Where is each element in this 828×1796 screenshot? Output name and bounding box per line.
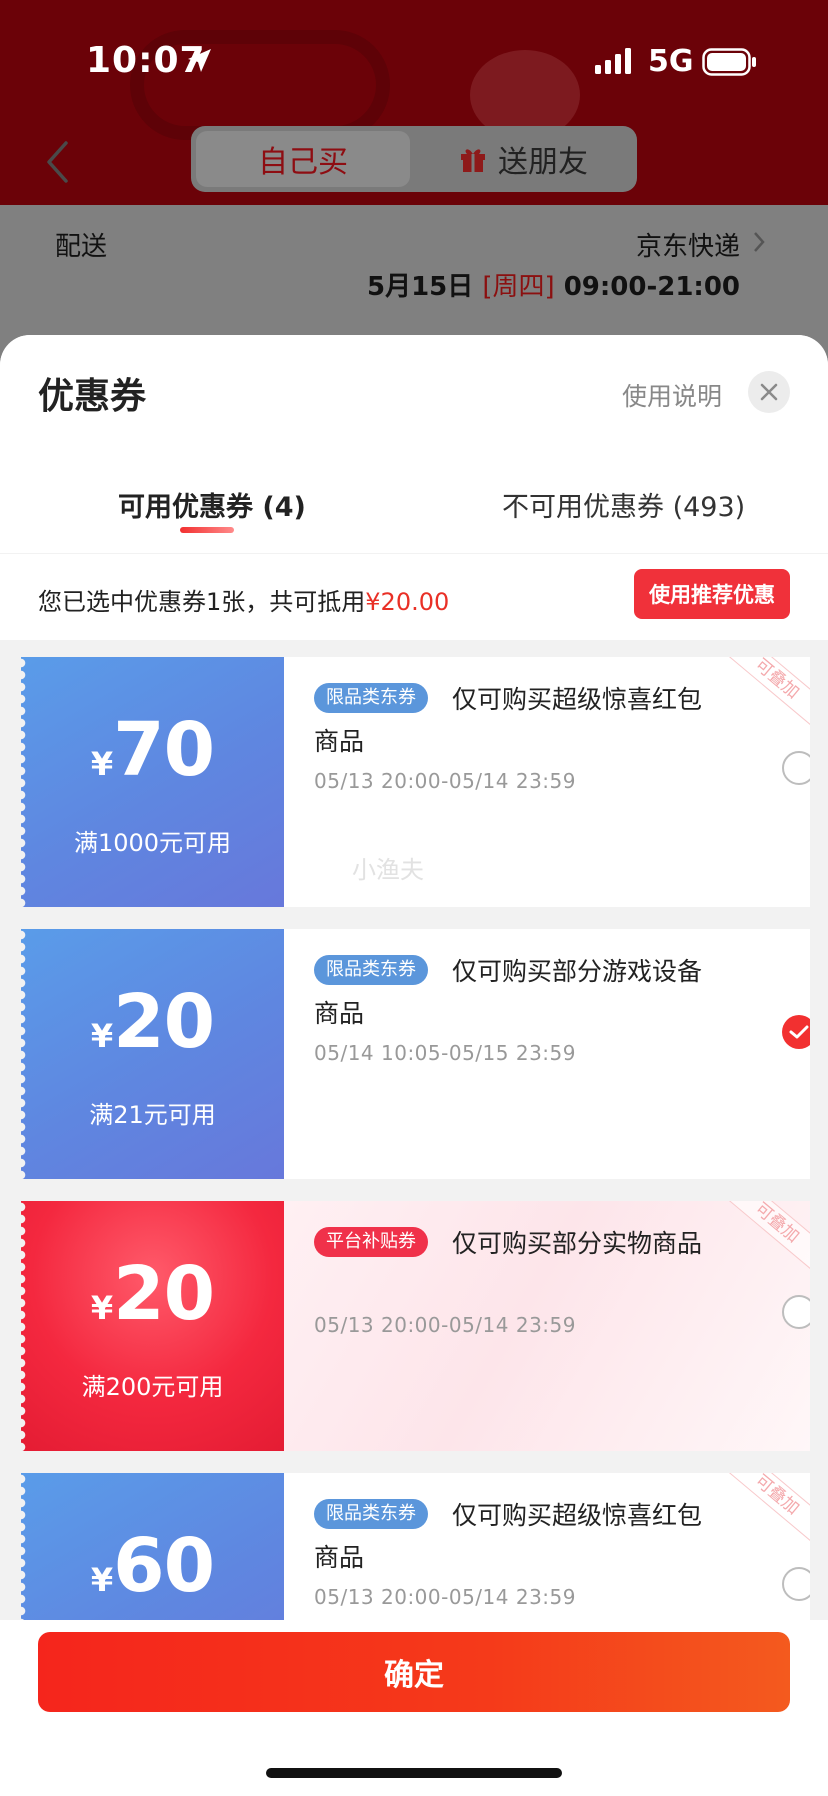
- coupon-period: 05/14 10:05-05/15 23:59: [314, 1041, 576, 1065]
- delivery-time: 5月15日 [周四] 09:00-21:00: [367, 266, 740, 303]
- coupon-period: 05/13 20:00-05/14 23:59: [314, 769, 576, 793]
- close-button[interactable]: [748, 371, 790, 413]
- coupon-value-panel: ¥70 满1000元可用: [21, 657, 284, 907]
- network-label: 5G: [648, 44, 694, 79]
- delivery-carrier[interactable]: 京东快递: [636, 226, 740, 263]
- coupon-title: 仅可购买部分实物商品: [452, 1229, 703, 1258]
- coupon-radio[interactable]: [782, 1567, 810, 1601]
- coupon-value-panel: ¥20 满200元可用: [21, 1201, 284, 1451]
- summary-amount: ¥20.00: [365, 588, 450, 616]
- coupon-amount-value: 60: [113, 1523, 215, 1609]
- coupon-amount-value: 70: [113, 707, 215, 793]
- bottom-bar: 确定: [0, 1620, 828, 1796]
- tab-gift-label: 送朋友: [498, 145, 588, 180]
- coupon-period: 05/13 20:00-05/14 23:59: [314, 1585, 576, 1609]
- delivery-date: 5月15日: [366, 272, 474, 302]
- active-tab-indicator: [180, 527, 234, 533]
- coupon-currency: ¥: [90, 1289, 114, 1327]
- signal-icon: [595, 48, 631, 74]
- selection-summary: 您已选中优惠券1张，共可抵用¥20.00 使用推荐优惠: [0, 554, 828, 640]
- back-chevron-icon[interactable]: [44, 140, 70, 184]
- coupon-period: 05/13 20:00-05/14 23:59: [314, 1313, 576, 1337]
- delivery-weekday: [周四]: [482, 272, 555, 302]
- confirm-button[interactable]: 确定: [38, 1632, 790, 1712]
- coupon-amount: ¥60: [21, 1523, 284, 1609]
- coupon-condition: 满200元可用: [81, 1373, 224, 1401]
- coupon-amount-value: 20: [113, 979, 215, 1065]
- coupon-currency: ¥: [90, 1017, 114, 1055]
- usage-help-link[interactable]: 使用说明: [622, 377, 722, 413]
- coupon-title: 仅可购买超级惊喜红包商品: [314, 1501, 703, 1572]
- coupon-amount: ¥20: [21, 979, 284, 1065]
- coupon-amount: ¥70: [21, 707, 284, 793]
- close-icon: [760, 383, 778, 401]
- home-indicator: [266, 1768, 562, 1778]
- coupon-title: 仅可购买部分游戏设备商品: [314, 957, 703, 1028]
- coupon-currency: ¥: [90, 745, 114, 783]
- stackable-badge: 可叠加: [725, 657, 810, 726]
- tab-gift-friend[interactable]: 送朋友: [415, 131, 631, 187]
- coupon-card[interactable]: ¥20 满200元可用 平台补贴券 仅可购买部分实物商品 05/13 20:00…: [21, 1201, 810, 1451]
- coupon-info: 限品类东券 仅可购买部分游戏设备商品 05/14 10:05-05/15 23:…: [284, 929, 810, 1179]
- coupon-card[interactable]: ¥20 满21元可用 限品类东券 仅可购买部分游戏设备商品 05/14 10:0…: [21, 929, 810, 1179]
- summary-text: 您已选中优惠券1张，共可抵用¥20.00: [38, 582, 449, 617]
- coupon-radio[interactable]: [782, 751, 810, 785]
- check-icon: [789, 1025, 809, 1039]
- tab-unavailable-coupons[interactable]: 不可用优惠券 (493): [502, 485, 745, 524]
- coupon-radio[interactable]: [782, 1295, 810, 1329]
- purchase-mode-switch: 自己买 送朋友: [191, 126, 637, 192]
- coupon-sheet: 优惠券 使用说明 可用优惠券 (4) 不可用优惠券 (493) 您已选中优惠券1…: [0, 335, 828, 1796]
- coupon-amount-value: 20: [113, 1251, 215, 1337]
- battery-icon: [702, 48, 756, 76]
- use-recommended-button[interactable]: 使用推荐优惠: [634, 569, 790, 619]
- coupon-title: 仅可购买超级惊喜红包商品: [314, 685, 703, 756]
- coupon-info: 平台补贴券 仅可购买部分实物商品 05/13 20:00-05/14 23:59…: [284, 1201, 810, 1451]
- stackable-badge: 可叠加: [725, 1201, 810, 1270]
- coupon-condition: 满21元可用: [89, 1101, 216, 1129]
- location-arrow-icon: [188, 49, 211, 72]
- coupon-amount: ¥20: [21, 1251, 284, 1337]
- delivery-label: 配送: [55, 232, 108, 262]
- coupon-currency: ¥: [90, 1561, 114, 1599]
- gift-icon: [461, 149, 485, 172]
- delivery-time-range: 09:00-21:00: [563, 272, 740, 302]
- coupon-radio-selected[interactable]: [782, 1015, 810, 1049]
- coupon-condition: 满1000元可用: [73, 829, 232, 857]
- summary-prefix: 您已选中优惠券1张，共可抵用: [38, 588, 366, 616]
- sheet-title: 优惠券: [38, 376, 147, 417]
- chevron-right-icon[interactable]: [752, 230, 766, 254]
- tab-available-coupons[interactable]: 可用优惠券 (4): [118, 485, 306, 524]
- sheet-header: 优惠券 使用说明 可用优惠券 (4) 不可用优惠券 (493): [0, 335, 828, 553]
- watermark: 小渔夫: [352, 856, 424, 884]
- stackable-badge: 可叠加: [725, 1473, 810, 1542]
- coupon-value-panel: ¥20 满21元可用: [21, 929, 284, 1179]
- status-bar: 10:07 5G: [0, 0, 828, 120]
- tab-buy-self[interactable]: 自己买: [196, 131, 410, 187]
